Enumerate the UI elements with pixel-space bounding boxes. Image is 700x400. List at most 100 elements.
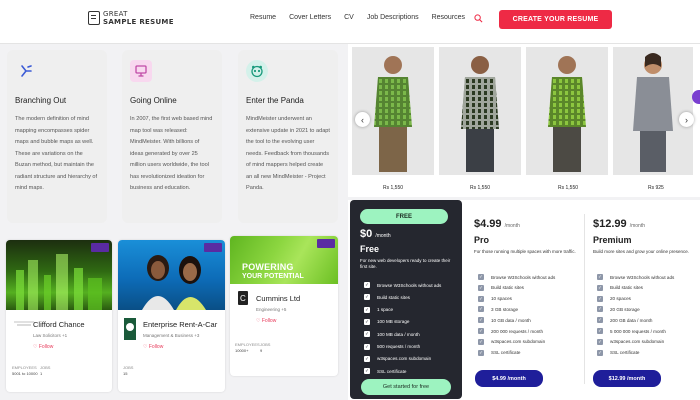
- plan-price: $4.99 /month: [474, 218, 520, 230]
- idea-body: In 2007, the first web based mind map to…: [130, 116, 213, 191]
- feature-label: w3spaces.com subdomain: [377, 356, 432, 362]
- check-icon: ✓: [478, 306, 484, 313]
- nav-cv[interactable]: CV: [344, 14, 354, 21]
- plan-divider: [584, 214, 585, 384]
- model-photo-image: [461, 56, 499, 172]
- company-industry: Management & Business +3: [143, 333, 200, 338]
- company-name[interactable]: Clifford Chance: [33, 320, 85, 329]
- feature-item: ✓ Browse W3Schools without ads: [364, 282, 441, 288]
- check-icon: ✓: [364, 355, 370, 362]
- feature-label: 5 000 000 requests / month: [610, 328, 666, 334]
- feature-item: ✓ 5 000 000 requests / month: [597, 328, 666, 334]
- feature-item: ✓ w3spaces.com subdomain: [364, 355, 432, 362]
- plan-price: $12.99 /month: [593, 218, 646, 230]
- site-header: GREAT SAMPLE RESUME Resume Cover Letters…: [0, 0, 700, 44]
- model-photo-image: [633, 53, 673, 172]
- company-card-enterprise[interactable]: Enterprise Rent-A-Car Management & Busin…: [118, 240, 225, 392]
- side-tab[interactable]: [692, 90, 700, 104]
- check-icon: ✓: [597, 349, 603, 356]
- feature-item: ✓ Build static sites: [364, 294, 410, 301]
- featured-badge: [317, 239, 335, 248]
- feature-item: ✓ 100 MB storage: [364, 318, 409, 325]
- logo-line-2: SAMPLE RESUME: [103, 18, 174, 26]
- product-image[interactable]: [352, 47, 434, 175]
- check-icon: ✓: [597, 317, 603, 324]
- plan-description: For new web developers ready to create t…: [360, 258, 451, 269]
- nav-resume[interactable]: Resume: [250, 14, 276, 21]
- main-nav: Resume Cover Letters CV Job Descriptions…: [250, 14, 465, 21]
- check-icon: ✓: [597, 306, 603, 313]
- check-icon: ✓: [478, 328, 484, 334]
- feature-label: Build static sites: [610, 285, 643, 291]
- logo[interactable]: GREAT SAMPLE RESUME: [88, 10, 174, 26]
- plan-name: Pro: [474, 235, 490, 245]
- check-icon: ✓: [478, 295, 484, 302]
- get-started-free-button[interactable]: Get started for free: [361, 379, 451, 395]
- product-image[interactable]: [526, 47, 608, 175]
- plan-description: Build more sites and grow your online pr…: [593, 249, 690, 254]
- search-icon[interactable]: [474, 14, 483, 23]
- chevron-left-icon: ‹: [361, 114, 364, 125]
- model-photo-image: [548, 56, 586, 172]
- product-price: Rs 1,550: [470, 185, 491, 191]
- feature-item: ✓ 100 MB data / month: [364, 331, 420, 338]
- feature-label: 20 GB storage: [610, 306, 640, 312]
- feature-item: ✓ 10 GB data / month: [478, 317, 531, 324]
- feature-label: 200 GB data / month: [610, 317, 653, 323]
- idea-body: The modern definition of mind mapping en…: [15, 116, 98, 191]
- product-image[interactable]: [613, 47, 693, 175]
- feature-item: ✓ 500 requests / month: [364, 343, 420, 350]
- plan-name: Free: [360, 244, 380, 254]
- company-card-clifford-chance[interactable]: Clifford Chance Law Solicitors +1 ♡ Foll…: [6, 240, 112, 392]
- feature-item: ✓ w3spaces.com subdomain: [597, 338, 664, 345]
- branching-icon: [15, 60, 37, 82]
- feature-label: 10 GB data / month: [491, 317, 531, 323]
- feature-label: 10 spaces: [491, 296, 512, 302]
- enterprise-logo: [124, 318, 136, 340]
- feature-item: ✓ Browse W3Schools without ads: [478, 274, 555, 280]
- buy-premium-button[interactable]: $12.99 /month: [593, 370, 661, 387]
- carousel-prev-button[interactable]: ‹: [355, 112, 370, 127]
- feature-label: SSL certificate: [491, 350, 521, 356]
- check-icon: ✓: [597, 295, 603, 302]
- check-icon: ✓: [364, 331, 370, 338]
- product-image[interactable]: [439, 47, 521, 175]
- feature-item: ✓ SSL certificate: [364, 368, 406, 375]
- check-icon: ✓: [364, 306, 370, 313]
- featured-badge: [204, 243, 222, 252]
- carousel-next-button[interactable]: ›: [679, 112, 694, 127]
- featured-badge: [91, 243, 109, 252]
- cover-headline: POWERING: [242, 262, 294, 272]
- cover-subheadline: YOUR POTENTIAL: [242, 273, 304, 280]
- nav-cover-letters[interactable]: Cover Letters: [289, 14, 331, 21]
- feature-item: ✓ 20 GB storage: [597, 306, 640, 313]
- company-card-cummins[interactable]: POWERING YOUR POTENTIAL C Cummins Ltd En…: [230, 236, 338, 376]
- feature-label: SSL certificate: [610, 350, 640, 356]
- nav-resources[interactable]: Resources: [432, 14, 465, 21]
- page: GREAT SAMPLE RESUME Resume Cover Letters…: [0, 0, 700, 400]
- free-tag: FREE: [360, 209, 448, 224]
- buy-pro-button[interactable]: $4.99 /month: [475, 370, 543, 387]
- logo-line-1: GREAT: [103, 10, 128, 18]
- check-icon: ✓: [597, 284, 603, 291]
- feature-label: Build static sites: [377, 294, 410, 300]
- check-icon: ✓: [597, 274, 603, 280]
- follow-button[interactable]: ♡ Follow: [33, 344, 53, 350]
- feature-label: 1 space: [377, 307, 394, 313]
- nav-job-descriptions[interactable]: Job Descriptions: [367, 14, 419, 21]
- feature-item: ✓ 3 GB storage: [478, 306, 518, 313]
- follow-button[interactable]: ♡ Follow: [143, 344, 163, 350]
- feature-label: Browse W3Schools without ads: [377, 282, 442, 288]
- idea-card-branching: Branching Out The modern definition of m…: [7, 50, 107, 223]
- product-price: Rs 1,550: [558, 185, 579, 191]
- create-resume-button[interactable]: CREATE YOUR RESUME: [499, 10, 612, 29]
- check-icon: ✓: [364, 282, 370, 288]
- company-name[interactable]: Enterprise Rent-A-Car: [143, 320, 217, 329]
- feature-item: ✓ 10 spaces: [478, 295, 512, 302]
- idea-title: Going Online: [130, 96, 177, 105]
- feature-label: Build static sites: [491, 285, 524, 291]
- idea-title: Enter the Panda: [246, 96, 304, 105]
- follow-button[interactable]: ♡ Follow: [256, 318, 276, 324]
- idea-title: Branching Out: [15, 96, 67, 105]
- company-name[interactable]: Cummins Ltd: [256, 294, 300, 303]
